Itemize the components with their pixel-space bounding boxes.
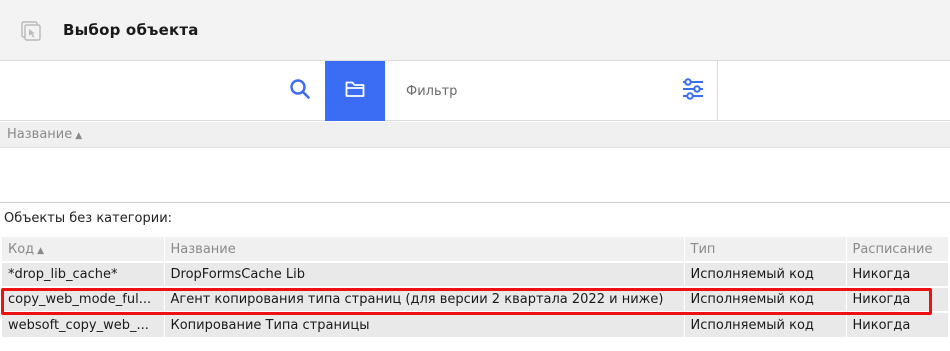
- table-row[interactable]: websoft_copy_web_... Копирование Типа ст…: [2, 311, 949, 337]
- cell-schedule: Никогда: [846, 311, 949, 337]
- cell-type: Исполняемый код: [684, 311, 847, 337]
- folder-icon: [345, 80, 365, 102]
- folder-view-button[interactable]: [325, 61, 385, 121]
- column-header-code[interactable]: Код ▲: [2, 237, 165, 262]
- cell-code: *drop_lib_cache*: [2, 261, 165, 287]
- title-bar: Выбор объекта: [0, 0, 950, 61]
- cell-code: websoft_copy_web_...: [2, 311, 165, 337]
- table-row-highlighted[interactable]: copy_web_mode_ful... Агент копирования т…: [2, 286, 949, 312]
- column-header-schedule[interactable]: Расписание: [846, 237, 949, 262]
- sliders-icon: [681, 78, 705, 104]
- window-title: Выбор объекта: [63, 21, 199, 39]
- column-header-code-label: Код: [8, 241, 35, 257]
- sort-ascending-icon: ▲: [75, 131, 83, 141]
- sort-ascending-icon: ▲: [37, 245, 45, 256]
- column-header-name[interactable]: Название: [164, 237, 685, 262]
- search-button[interactable]: [275, 61, 325, 121]
- cell-name: Агент копирования типа страниц (для верс…: [164, 286, 685, 312]
- table-row[interactable]: *drop_lib_cache* DropFormsCache Lib Испо…: [2, 261, 949, 287]
- cell-type: Исполняемый код: [684, 286, 847, 312]
- cell-code: copy_web_mode_ful...: [2, 286, 165, 312]
- cell-name: Копирование Типа страницы: [164, 311, 685, 337]
- cell-type: Исполняемый код: [684, 261, 847, 287]
- category-name-header[interactable]: Название ▲: [0, 122, 950, 148]
- filter-input[interactable]: [386, 61, 668, 121]
- filter-settings-button[interactable]: [668, 61, 718, 121]
- section-label: Объекты без категории:: [4, 211, 173, 226]
- objects-table: Код ▲ Название Тип Расписание *drop_lib_c…: [2, 237, 949, 337]
- cell-schedule: Никогда: [846, 261, 949, 287]
- cell-schedule: Никогда: [846, 286, 949, 312]
- category-list: [0, 148, 950, 203]
- toolbar: [0, 61, 950, 121]
- search-icon: [289, 78, 311, 104]
- cell-name: DropFormsCache Lib: [164, 261, 685, 287]
- table-header-row: Код ▲ Название Тип Расписание: [2, 237, 949, 262]
- category-name-header-label: Название: [7, 127, 73, 142]
- object-picker-icon: [20, 20, 42, 42]
- column-header-type[interactable]: Тип: [684, 237, 847, 262]
